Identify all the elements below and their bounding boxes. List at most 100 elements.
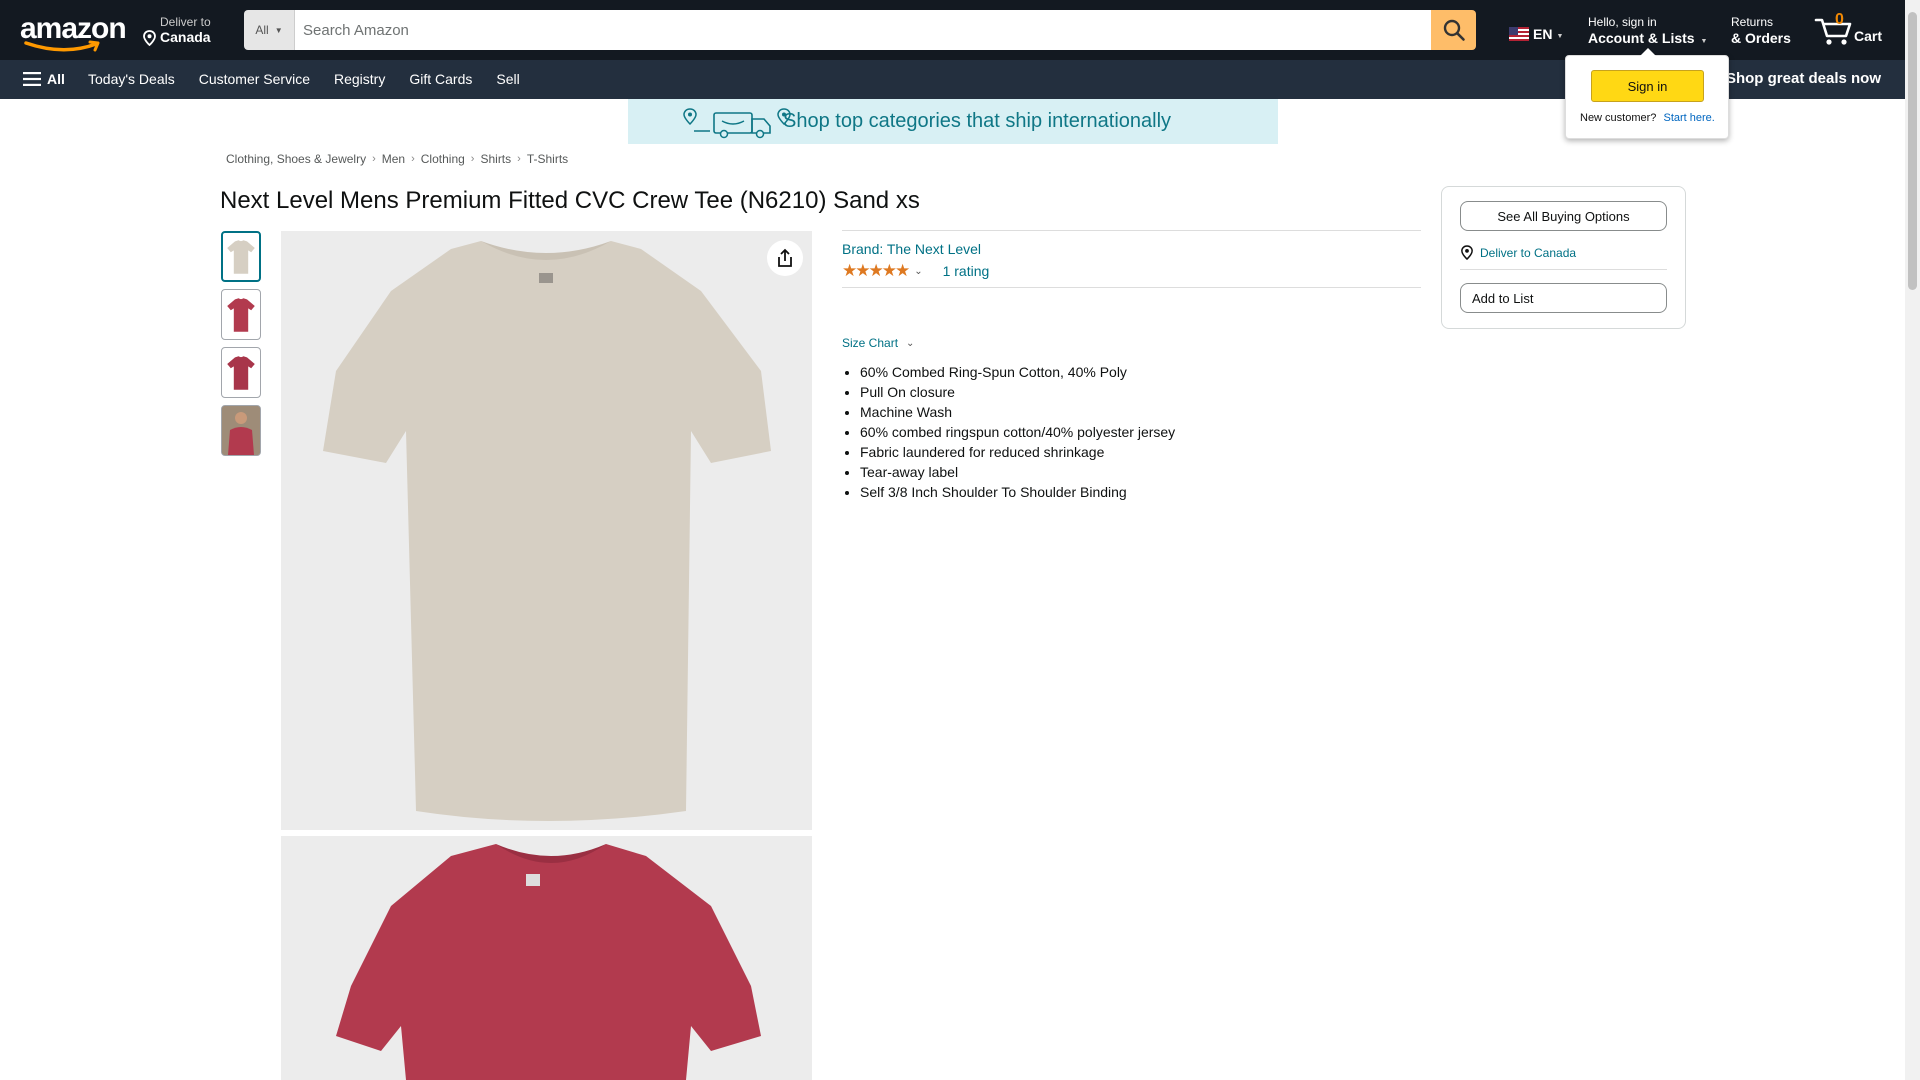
product-title: Next Level Mens Premium Fitted CVC Crew … — [220, 187, 920, 214]
rating-row: ★★★★★ ⌄ 1 rating — [842, 261, 989, 281]
chevron-down-icon: ⌄ — [906, 337, 915, 349]
search-button[interactable] — [1431, 10, 1476, 50]
secondary-product-image[interactable] — [281, 836, 812, 1080]
start-here-link[interactable]: Start here. — [1663, 112, 1714, 124]
account-greeting: Hello, sign in — [1588, 15, 1657, 29]
sand-tshirt-image — [323, 241, 771, 821]
brand-link[interactable]: Brand: The Next Level — [842, 241, 981, 257]
size-chart-label: Size Chart — [842, 336, 899, 350]
model-photo-image — [222, 406, 260, 455]
feature-bullet: Pull On closure — [860, 382, 1175, 402]
amazon-logo[interactable]: amazon — [20, 14, 127, 52]
share-icon — [778, 248, 792, 267]
star-rating-icon[interactable]: ★★★★★ — [842, 261, 910, 281]
smile-icon — [24, 40, 100, 52]
all-menu-label: All — [47, 71, 65, 87]
nav-belt: amazon Deliver to Canada All ▼ Search Am… — [0, 0, 1905, 60]
department-label: All — [255, 23, 269, 37]
search-input[interactable] — [295, 10, 1431, 50]
account-label: Account & Lists — [1588, 30, 1695, 46]
us-flag-icon — [1509, 27, 1529, 41]
feature-bullet: Fabric laundered for reduced shrinkage — [860, 442, 1175, 462]
returns-and-orders[interactable]: Returns & Orders — [1731, 15, 1791, 47]
new-customer-label: New customer? — [1580, 112, 1657, 124]
main-product-image[interactable] — [281, 231, 812, 830]
breadcrumb-item[interactable]: Men — [382, 152, 405, 166]
banner-text: Shop top categories that ship internatio… — [783, 110, 1172, 132]
subnav-link-sell[interactable]: Sell — [496, 71, 519, 87]
feature-bullet: Tear-away label — [860, 462, 1175, 482]
size-chart-link[interactable]: Size Chart ⌄ — [842, 336, 914, 350]
all-menu-button[interactable]: All — [23, 71, 65, 87]
add-to-list-button[interactable]: Add to List — [1460, 283, 1667, 313]
buy-box: See All Buying Options Deliver to Canada… — [1441, 186, 1686, 329]
cart-label: Cart — [1854, 28, 1883, 44]
search-bar: All ▼ — [244, 10, 1476, 50]
breadcrumb-item[interactable]: Clothing, Shoes & Jewelry — [226, 152, 366, 166]
caret-down-icon: ▼ — [1700, 38, 1708, 45]
chevron-down-icon[interactable]: ⌄ — [914, 266, 922, 277]
deliver-label: Deliver to — [160, 15, 211, 29]
page-scrollbar[interactable] — [1905, 0, 1920, 1080]
thumbnail-cardinal-tee-front[interactable] — [221, 289, 261, 340]
subnav-link-registry[interactable]: Registry — [334, 71, 385, 87]
breadcrumb: Clothing, Shoes & Jewelry › Men › Clothi… — [226, 152, 568, 166]
deliver-country: Canada — [160, 29, 211, 45]
subnav-link-customer-service[interactable]: Customer Service — [199, 71, 310, 87]
language-selector[interactable]: EN ▼ — [1509, 26, 1563, 42]
breadcrumb-separator-icon: › — [517, 153, 521, 165]
tshirt-image — [227, 297, 255, 332]
orders-label: & Orders — [1731, 30, 1791, 46]
deliver-to-link[interactable]: Deliver to Canada — [1460, 245, 1576, 260]
share-button[interactable] — [767, 240, 803, 276]
subnav-link-todays-deals[interactable]: Today's Deals — [88, 71, 175, 87]
deliver-to-location[interactable]: Deliver to Canada — [142, 15, 211, 46]
feature-bullets: 60% Combed Ring-Spun Cotton, 40% Poly Pu… — [860, 362, 1175, 502]
search-icon — [1443, 19, 1465, 41]
divider — [1460, 269, 1667, 270]
caret-down-icon: ▼ — [1556, 32, 1564, 40]
flyout-arrow — [1640, 48, 1656, 56]
see-all-buying-options-button[interactable]: See All Buying Options — [1460, 201, 1667, 231]
thumbnail-model-photo[interactable] — [221, 405, 261, 456]
deliver-to-label: Deliver to Canada — [1480, 245, 1577, 260]
rating-count-link[interactable]: 1 rating — [943, 263, 990, 279]
cart-button[interactable]: 0 Cart — [1814, 10, 1884, 50]
divider — [842, 230, 1421, 231]
location-pin-icon — [1461, 245, 1473, 260]
subnav-link-gift-cards[interactable]: Gift Cards — [409, 71, 472, 87]
breadcrumb-separator-icon: › — [372, 153, 376, 165]
signin-button[interactable]: Sign in — [1591, 70, 1704, 102]
location-pin-icon — [143, 29, 156, 46]
subnav-links: Today's Deals Customer Service Registry … — [88, 71, 520, 87]
language-label: EN — [1533, 26, 1553, 42]
caret-down-icon: ▼ — [274, 25, 283, 35]
breadcrumb-separator-icon: › — [470, 153, 475, 165]
cart-icon — [1814, 18, 1852, 45]
thumbnail-list — [221, 231, 261, 463]
feature-bullet: Self 3/8 Inch Shoulder To Shoulder Bindi… — [860, 482, 1175, 502]
account-and-lists[interactable]: Hello, sign in Account & Lists ▼ — [1588, 15, 1707, 51]
tshirt-image — [227, 355, 255, 390]
cart-count: 0 — [1835, 11, 1844, 28]
international-shipping-banner[interactable]: Shop top categories that ship internatio… — [628, 99, 1278, 144]
delivery-truck-icon — [683, 108, 791, 139]
search-department-select[interactable]: All ▼ — [244, 10, 295, 50]
new-customer-text: New customer? Start here. — [1580, 112, 1715, 124]
feature-bullet: Machine Wash — [860, 402, 1175, 422]
tshirt-image — [227, 239, 255, 274]
breadcrumb-item[interactable]: Shirts — [480, 152, 511, 166]
feature-bullet: 60% Combed Ring-Spun Cotton, 40% Poly — [860, 362, 1175, 382]
breadcrumb-item[interactable]: T-Shirts — [527, 152, 568, 166]
feature-bullet: 60% combed ringspun cotton/40% polyester… — [860, 422, 1175, 442]
breadcrumb-item[interactable]: Clothing — [421, 152, 465, 166]
divider — [842, 287, 1421, 288]
thumbnail-cardinal-tee-back[interactable] — [221, 347, 261, 398]
returns-label: Returns — [1731, 15, 1774, 29]
signin-flyout: Sign in New customer? Start here. — [1565, 55, 1729, 139]
hamburger-icon — [23, 72, 41, 86]
cardinal-tshirt-image — [336, 844, 761, 1080]
scrollbar-thumb[interactable] — [1908, 12, 1917, 290]
thumbnail-sand-tee[interactable] — [221, 231, 261, 282]
promo-link[interactable]: Shop great deals now — [1726, 70, 1881, 87]
